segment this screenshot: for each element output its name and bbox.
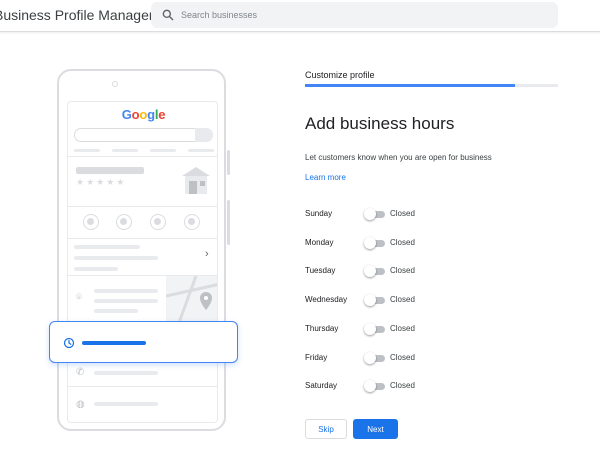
open-toggle-friday[interactable] <box>364 352 386 364</box>
placeholder-bar <box>188 149 214 152</box>
phone-side-button <box>227 200 230 245</box>
logo-letter: g <box>147 107 155 122</box>
toggle-thumb <box>364 294 376 306</box>
day-row-saturday: Saturday Closed <box>305 379 565 393</box>
open-toggle-sunday[interactable] <box>364 208 386 220</box>
day-row-wednesday: Wednesday Closed <box>305 293 565 307</box>
divider <box>68 386 217 387</box>
day-label: Saturday <box>305 381 338 390</box>
clock-icon <box>63 337 75 349</box>
day-label: Thursday <box>305 324 339 333</box>
globe-icon: ◍ <box>76 399 85 410</box>
placeholder-bar <box>94 289 158 293</box>
chevron-right-icon: › <box>205 248 209 260</box>
skip-button[interactable]: Skip <box>305 419 347 439</box>
divider <box>68 156 217 157</box>
day-label: Sunday <box>305 209 333 218</box>
call-icon <box>83 214 99 230</box>
day-label: Friday <box>305 353 328 362</box>
open-toggle-monday[interactable] <box>364 237 386 249</box>
google-logo: Google <box>68 107 217 122</box>
day-label: Tuesday <box>305 266 336 275</box>
share-icon <box>184 214 200 230</box>
phone-side-button <box>227 150 230 175</box>
day-status: Closed <box>390 324 415 333</box>
hours-callout-card <box>49 321 238 363</box>
search-icon <box>162 9 174 21</box>
hours-placeholder-bar <box>82 341 146 345</box>
placeholder-bar <box>94 309 138 313</box>
placeholder-bar <box>94 371 158 375</box>
day-status: Closed <box>390 381 415 390</box>
directions-icon <box>116 214 132 230</box>
day-status: Closed <box>390 353 415 362</box>
page-title: Add business hours <box>305 114 455 133</box>
page-subtitle: Let customers know when you are open for… <box>305 153 492 162</box>
day-label: Wednesday <box>305 295 348 304</box>
search-input[interactable] <box>181 2 541 28</box>
logo-letter: o <box>139 107 148 122</box>
next-button[interactable]: Next <box>353 419 398 439</box>
day-row-tuesday: Tuesday Closed <box>305 264 565 278</box>
open-toggle-saturday[interactable] <box>364 380 386 392</box>
progress-fill <box>305 84 515 87</box>
phone-call-icon: ✆ <box>76 367 85 378</box>
step-label: Customize profile <box>305 70 375 80</box>
divider <box>68 206 217 207</box>
toggle-thumb <box>364 352 376 364</box>
day-status: Closed <box>390 295 415 304</box>
toggle-thumb <box>364 380 376 392</box>
search-bar[interactable] <box>151 2 558 28</box>
placeholder-bar <box>74 267 118 271</box>
open-toggle-thursday[interactable] <box>364 323 386 335</box>
placeholder-bar <box>74 245 140 249</box>
mini-search-icon <box>195 128 213 142</box>
rating-stars-icon: ★★★★★ <box>76 177 127 187</box>
phone-camera <box>112 81 118 87</box>
progress-bar <box>305 84 558 87</box>
top-app-bar: Business Profile Manager <box>0 0 600 32</box>
toggle-thumb <box>364 265 376 277</box>
day-status: Closed <box>390 238 415 247</box>
day-row-monday: Monday Closed <box>305 236 565 250</box>
placeholder-bar <box>74 256 158 260</box>
day-row-friday: Friday Closed <box>305 351 565 365</box>
toggle-thumb <box>364 323 376 335</box>
phone-illustration: Google ★★★★★ › ⌾ ✆ ◍ <box>57 69 226 431</box>
placeholder-bar <box>74 149 100 152</box>
mini-search-bar <box>74 128 213 142</box>
app-title: Business Profile Manager <box>0 7 154 23</box>
location-icon: ⌾ <box>76 292 82 303</box>
phone-screen: Google ★★★★★ › ⌾ ✆ ◍ <box>67 101 218 423</box>
toggle-thumb <box>364 237 376 249</box>
learn-more-link[interactable]: Learn more <box>305 173 346 182</box>
logo-letter: G <box>121 107 132 122</box>
toggle-thumb <box>364 208 376 220</box>
day-status: Closed <box>390 266 415 275</box>
storefront-icon <box>182 167 210 194</box>
open-toggle-wednesday[interactable] <box>364 294 386 306</box>
placeholder-bar <box>76 167 144 174</box>
day-row-thursday: Thursday Closed <box>305 322 565 336</box>
placeholder-bar <box>94 402 158 406</box>
day-status: Closed <box>390 209 415 218</box>
placeholder-bar <box>150 149 176 152</box>
divider <box>68 238 217 239</box>
placeholder-bar <box>112 149 138 152</box>
day-row-sunday: Sunday Closed <box>305 207 565 221</box>
day-label: Monday <box>305 238 334 247</box>
phone-icon <box>150 214 166 230</box>
logo-letter: e <box>158 107 166 122</box>
open-toggle-tuesday[interactable] <box>364 265 386 277</box>
placeholder-bar <box>94 299 158 303</box>
